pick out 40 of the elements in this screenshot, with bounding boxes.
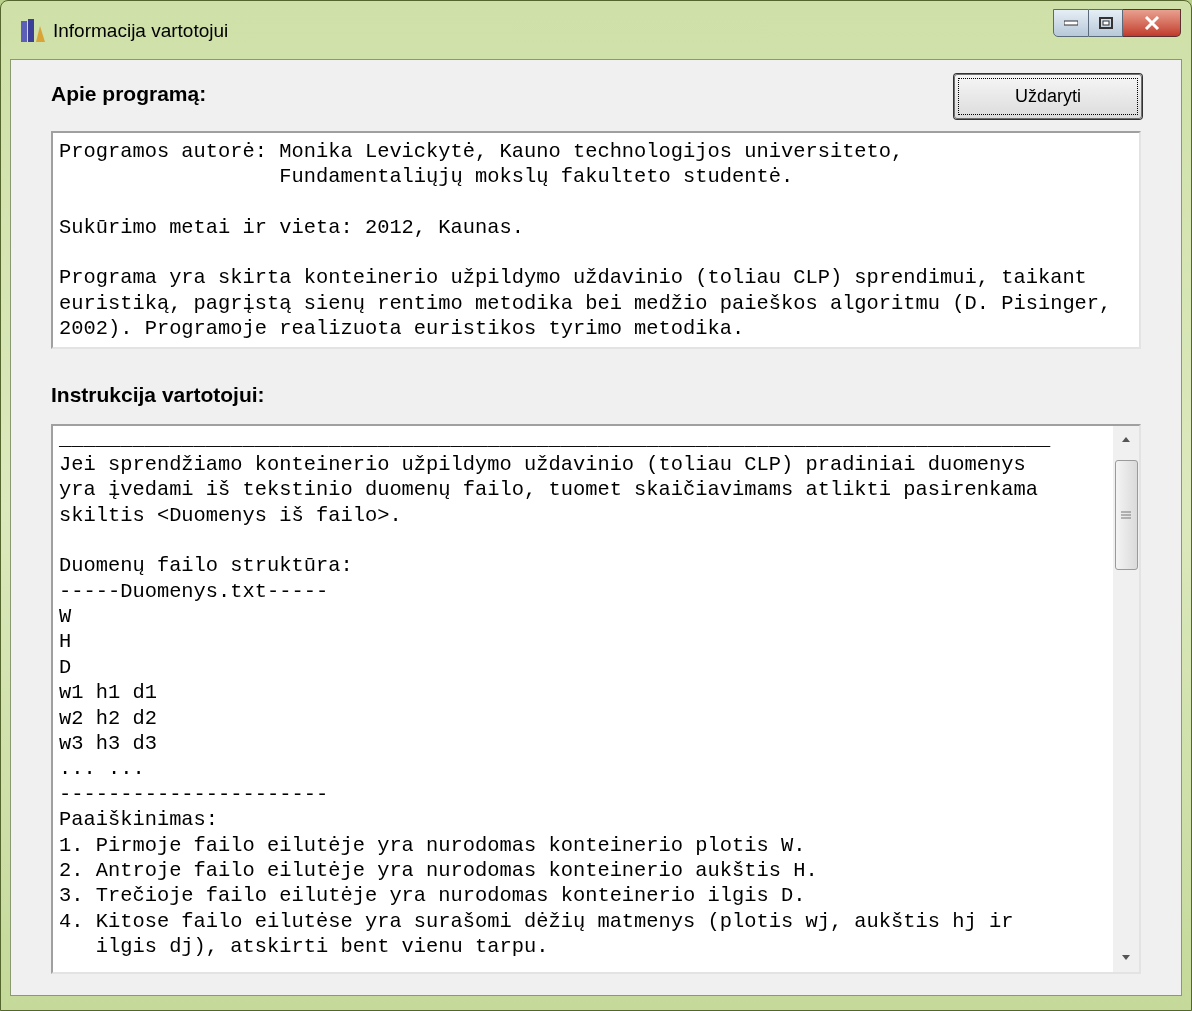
text-line: 1. Pirmoje failo eilutėje yra nurodomas konteinerio plotis W.: [59, 832, 806, 858]
text-line: _________________________________________________________________________________: [59, 426, 1051, 452]
section-heading: Instrukcija vartotojui:: [51, 382, 266, 408]
app-icon: [19, 18, 47, 45]
text-line: 2002). Programoje realizuota euristikos tyrimo metodika.: [59, 316, 745, 342]
text-line: D: [59, 654, 72, 681]
text-line: ----------------------: [59, 781, 329, 808]
section-heading: Apie programą:: [51, 80, 207, 107]
text-line: yra įvedami iš tekstinio duomenų failo, tuomet skaičiavimams atlikti pasirenkama: [59, 477, 1038, 503]
text-line: w1 h1 d1: [59, 680, 157, 706]
text-line: Paaiškinimas:: [59, 807, 219, 833]
text-line: -----Duomenys.txt-----: [59, 578, 329, 604]
window-title: Informacija vartotojui: [53, 19, 229, 43]
maximize-button[interactable]: [1089, 9, 1123, 37]
minimize-icon: [1064, 20, 1078, 26]
text-line: W: [59, 603, 72, 630]
close-button[interactable]: Uždaryti: [954, 74, 1142, 119]
text-line: ilgis dj), atskirti bent vienu tarpu.: [94, 934, 549, 960]
text-line: Programa yra skirta konteinerio užpildymo uždavinio (toliau CLP) sprendimui, taikant: [59, 265, 1087, 291]
text-line: euristiką, pagrįstą sienų rentimo metodika bei medžio paieškos algoritmu (D. Pisinger,: [59, 290, 1112, 317]
text-line: w2 h2 d2: [59, 705, 157, 731]
text-line: ... ...: [59, 756, 145, 782]
text-line: Sukūrimo metai ir vieta: 2012, Kaunas.: [59, 214, 524, 241]
scroll-thumb[interactable]: [1114, 459, 1138, 570]
close-window-button[interactable]: [1123, 9, 1181, 37]
text-line: Duomenų failo struktūra:: [59, 553, 353, 579]
text-line: skiltis <Duomenys iš failo>.: [59, 502, 402, 529]
scrollbar[interactable]: [1113, 425, 1139, 972]
text-line: 2. Antroje failo eilutėje yra nurodomas konteinerio aukštis H.: [59, 858, 818, 884]
maximize-icon: [1098, 17, 1113, 29]
text-line: w3 h3 d3: [59, 730, 157, 757]
text-line: Jei sprendžiamo konteinerio užpildymo uždavinio (toliau CLP) pradiniai duomenys: [59, 451, 1026, 478]
grip-icon: [1121, 510, 1131, 519]
text-line: 4. Kitose failo eilutėse yra surašomi dėžių matmenys (plotis wj, aukštis hj ir: [59, 908, 1014, 935]
text-line: 3. Trečioje failo eilutėje yra nurodomas konteinerio ilgis D.: [59, 883, 806, 909]
close-icon: [1143, 16, 1160, 30]
text-line: Programos autorė: Monika Levickytė, Kauno technologijos universiteto,: [59, 139, 904, 165]
text-line: Fundamentaliųjų mokslų fakulteto studentė.: [278, 164, 794, 190]
text-line: H: [59, 629, 72, 655]
minimize-button[interactable]: [1053, 9, 1089, 37]
